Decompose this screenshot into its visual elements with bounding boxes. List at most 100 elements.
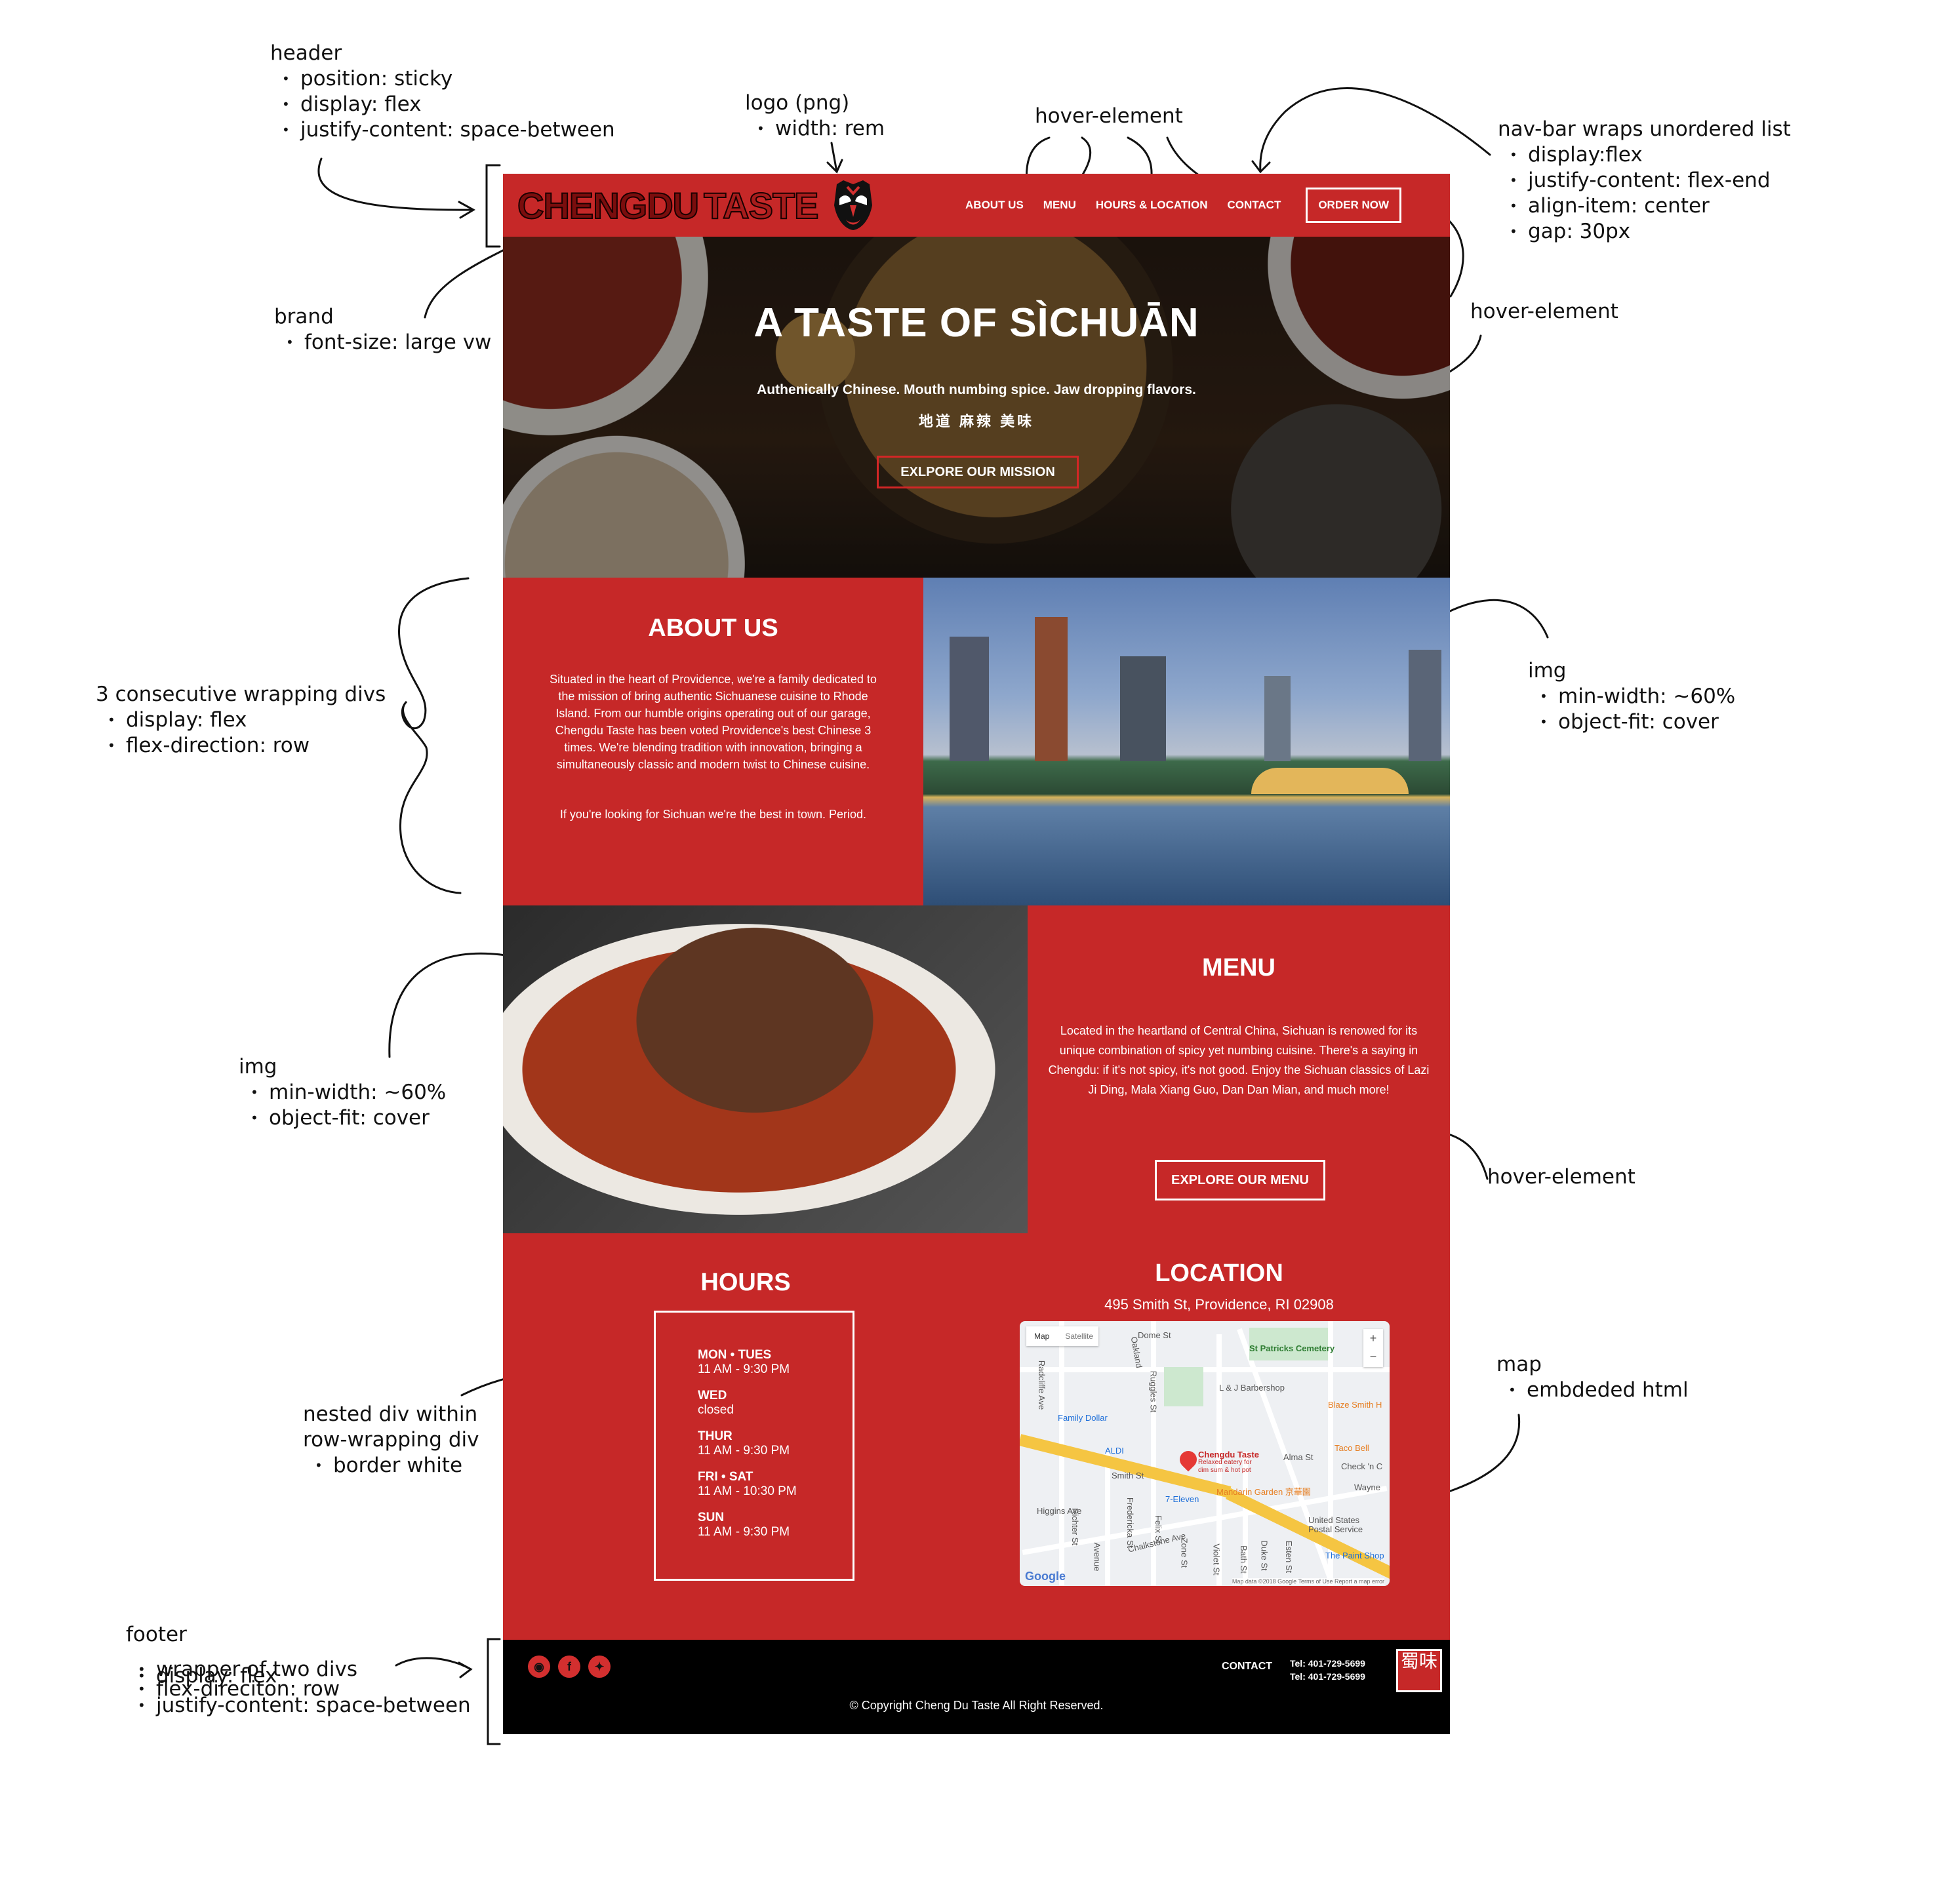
nav-contact[interactable]: CONTACT [1227, 199, 1281, 212]
brand-annotation: brand font-size: large vw [274, 304, 491, 355]
nested-div-annotation-title: nested div within [303, 1402, 478, 1426]
website-mockup: CHENGDU TASTE ABOUT US MENU HOURS & LOCA… [503, 174, 1450, 1734]
map-street-label: Esten St [1284, 1540, 1295, 1574]
map-pin-icon[interactable] [1176, 1447, 1201, 1472]
about-section: ABOUT US Situated in the heart of Provid… [503, 578, 923, 905]
map-zoom-control[interactable]: + − [1363, 1329, 1383, 1367]
wrapping-divs-annotation-item: flex-direction: row [108, 733, 386, 759]
map-street-label: Ruggles St [1148, 1370, 1159, 1413]
img-annotation-item: object-fit: cover [251, 1105, 446, 1131]
hours-time: 11 AM - 9:30 PM [698, 1444, 790, 1458]
nav-about-us[interactable]: ABOUT US [965, 199, 1024, 212]
hours-day: THUR [698, 1429, 733, 1443]
hours-box: MON • TUES 11 AM - 9:30 PM WED closed TH… [654, 1311, 854, 1581]
footer-contact-link[interactable]: CONTACT [1222, 1661, 1272, 1673]
map-poi-label: Family Dollar [1058, 1413, 1108, 1423]
map-poi-label: ALDI [1105, 1446, 1124, 1456]
logo-annotation: logo (png) width: rem [745, 90, 885, 142]
order-now-button[interactable]: ORDER NOW [1306, 188, 1401, 223]
header-annotation-item: position: sticky [282, 66, 615, 92]
img-annotation-item: min-width: ~60% [1540, 684, 1735, 709]
map-street-label: Felix St [1154, 1515, 1164, 1544]
hero-section: A TASTE OF SÌCHUĀN Authenically Chinese.… [503, 237, 1450, 578]
map-credits[interactable]: Map data ©2018 Google Terms of Use Repor… [1232, 1578, 1384, 1585]
map-street-label: Alma St [1283, 1452, 1314, 1462]
copyright-text: © Copyright Cheng Du Taste All Right Res… [849, 1699, 1104, 1712]
hours-title: HOURS [700, 1269, 791, 1296]
map-poi-label: Blaze Smith H [1328, 1400, 1382, 1410]
explore-menu-button[interactable]: EXPLORE OUR MENU [1155, 1160, 1325, 1200]
google-logo: Google [1025, 1570, 1066, 1583]
hours-time: 11 AM - 9:30 PM [698, 1525, 790, 1539]
hover-element-label: hover-element [1035, 104, 1183, 128]
map-annotation-title: map [1496, 1353, 1542, 1376]
map-annotation-item: embdeded html [1508, 1378, 1689, 1403]
map-type-tabs[interactable]: Map Satellite [1026, 1326, 1098, 1346]
brand-annotation-item: font-size: large vw [286, 330, 491, 355]
nav-menu[interactable]: MENU [1043, 199, 1076, 212]
map-street-label: Bath St [1238, 1545, 1249, 1574]
chengdu-cityscape-image [923, 578, 1450, 905]
map-poi-label: Mandarin Garden 京華園 [1216, 1487, 1311, 1497]
hero-image-overlay [503, 237, 1450, 578]
img-annotation-title: img [239, 1055, 277, 1079]
hours-row: FRI • SAT 11 AM - 10:30 PM [698, 1470, 797, 1499]
logo-annotation-title: logo (png) [745, 91, 850, 115]
map-street-label: Wayne [1354, 1482, 1380, 1492]
map-street-label: Duke St [1259, 1540, 1270, 1571]
map-poi-label: Taco Bell [1335, 1443, 1369, 1453]
hours-row: THUR 11 AM - 9:30 PM [698, 1429, 790, 1458]
wrapping-divs-annotation-title: 3 consecutive wrapping divs [96, 683, 386, 706]
wrapping-divs-annotation-item: display: flex [108, 707, 386, 733]
site-footer: ◉ f ✦ CONTACT Tel: 401-729-5699 Tel: 401… [503, 1640, 1450, 1734]
header-annotation: header position: sticky display: flex ju… [270, 41, 615, 143]
hours-row: WED closed [698, 1389, 734, 1418]
hero-title: A TASTE OF SÌCHUĀN [753, 300, 1199, 346]
embedded-map[interactable]: Map Satellite + − Dome St Oakland St Pat… [1020, 1321, 1390, 1586]
footer-phone-numbers: Tel: 401-729-5699 Tel: 401-729-5699 [1290, 1657, 1365, 1683]
header-annotation-item: justify-content: space-between [282, 117, 615, 143]
footer-phone[interactable]: Tel: 401-729-5699 [1290, 1670, 1365, 1683]
footer-phone[interactable]: Tel: 401-729-5699 [1290, 1657, 1365, 1670]
brand-annotation-title: brand [274, 305, 334, 328]
location-address: 495 Smith St, Providence, RI 02908 [1104, 1296, 1334, 1313]
hover-element-annotation-right: hover-element [1470, 299, 1618, 325]
map-street-label: Avenue [1092, 1542, 1102, 1572]
map-street-label: Smith St [1112, 1471, 1144, 1480]
navbar-annotation-title: nav-bar wraps unordered list [1498, 117, 1791, 141]
map-tab-satellite[interactable]: Satellite [1057, 1332, 1101, 1341]
facebook-icon[interactable]: f [558, 1656, 580, 1678]
footer-annotation: footer wrapper of two divs display: flex… [126, 1622, 471, 1716]
about-paragraph: If you're looking for Sichuan we're the … [559, 808, 867, 821]
map-poi-sublabel: dim sum & hot pot [1198, 1467, 1251, 1474]
hover-element-annotation-top: hover-element [1035, 104, 1183, 129]
hover-element-annotation-menu: hover-element [1487, 1164, 1636, 1190]
instagram-icon[interactable]: ◉ [528, 1656, 550, 1678]
location-section: LOCATION 495 Smith St, Providence, RI 02… [988, 1233, 1450, 1620]
navbar-annotation-item: gap: 30px [1510, 219, 1791, 245]
hours-row: SUN 11 AM - 9:30 PM [698, 1511, 790, 1539]
nested-div-annotation-title: row-wrapping div [303, 1428, 479, 1452]
map-poi-label: Postal Service [1308, 1524, 1363, 1534]
navbar-annotation-item: display:flex [1510, 142, 1791, 168]
zoom-out-button[interactable]: − [1363, 1347, 1383, 1366]
brand[interactable]: CHENGDU TASTE [517, 179, 876, 231]
img-annotation-item: object-fit: cover [1540, 709, 1735, 735]
nav-hours-location[interactable]: HOURS & LOCATION [1096, 199, 1208, 212]
explore-mission-button[interactable]: EXLPORE OUR MISSION [877, 456, 1079, 488]
map-tab-map[interactable]: Map [1026, 1332, 1057, 1341]
sichuan-dish-image [503, 905, 1028, 1233]
zoom-in-button[interactable]: + [1363, 1329, 1383, 1347]
hours-section: HOURS MON • TUES 11 AM - 9:30 PM WED clo… [503, 1233, 988, 1620]
map-poi-label: Check 'n C [1341, 1461, 1383, 1471]
img-annotation-title: img [1528, 659, 1567, 683]
map-poi-label: St Patricks Cemetery [1249, 1343, 1335, 1353]
hero-chinese-tagline: 地道 麻辣 美味 [918, 413, 1035, 429]
img-annotation-item: min-width: ~60% [251, 1080, 446, 1105]
map-poi-label: 7-Eleven [1165, 1494, 1199, 1504]
map-poi-label: L & J Barbershop [1219, 1383, 1285, 1393]
map-street-label: Oakland [1129, 1336, 1144, 1369]
map-street-label: Fredericka St [1125, 1497, 1136, 1549]
hours-day: MON • TUES [698, 1348, 772, 1362]
twitter-icon[interactable]: ✦ [588, 1656, 611, 1678]
